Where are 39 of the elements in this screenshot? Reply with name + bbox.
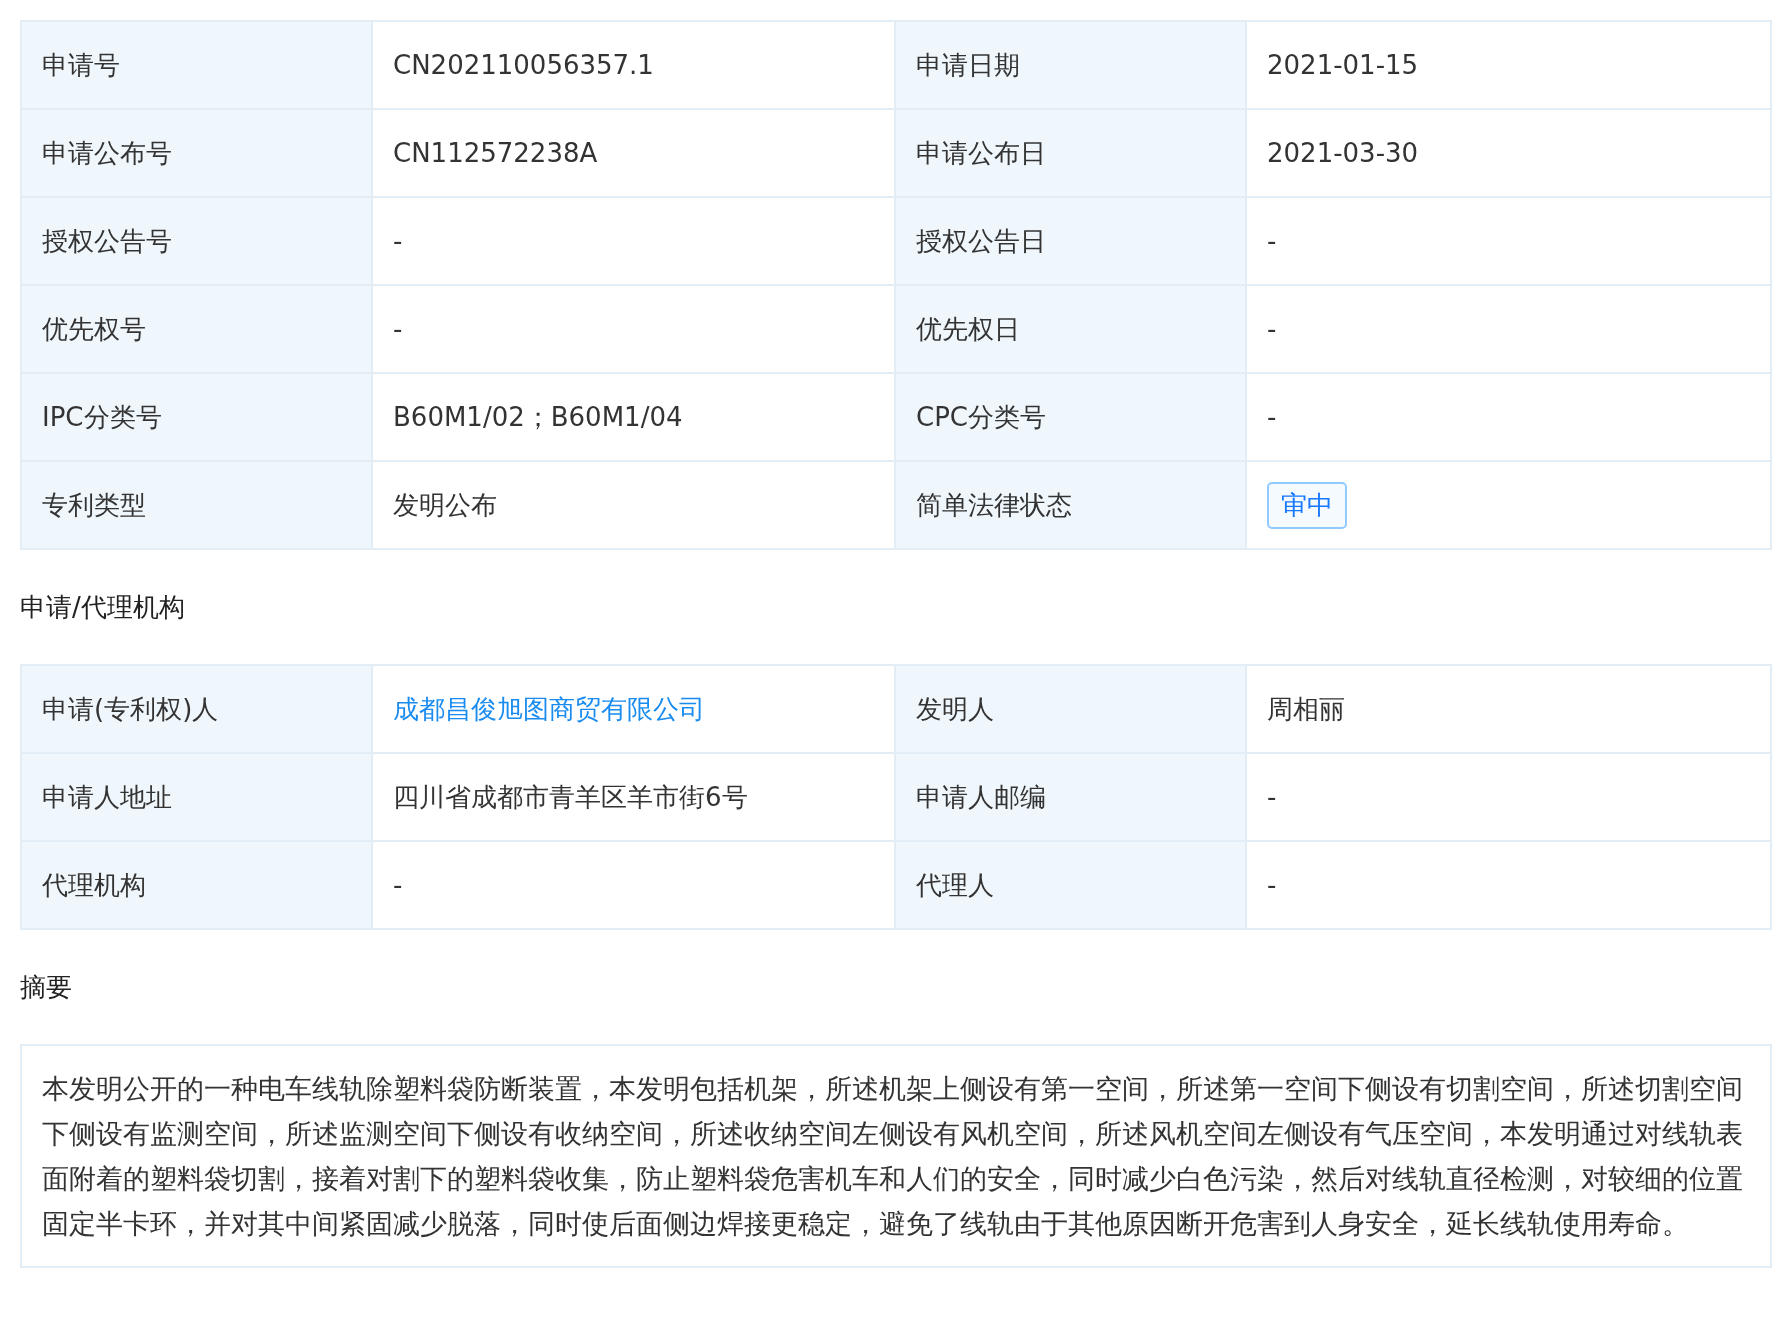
field-label: 优先权号 xyxy=(22,286,373,374)
field-value: CN202110056357.1 xyxy=(393,50,654,80)
field-value: 2021-01-15 xyxy=(1267,50,1419,80)
field-value: - xyxy=(1267,782,1277,812)
field-label: 申请号 xyxy=(22,22,373,110)
field-value: 发明公布 xyxy=(393,488,497,522)
field-label: 授权公告号 xyxy=(22,198,373,286)
field-label: 代理人 xyxy=(896,842,1247,930)
field-value: - xyxy=(393,314,403,344)
field-label: 申请人邮编 xyxy=(896,754,1247,842)
field-value: 周相丽 xyxy=(1267,692,1345,726)
field-value: - xyxy=(1267,226,1277,256)
field-value: - xyxy=(1267,870,1277,900)
abstract-text: 本发明公开的一种电车线轨除塑料袋防断装置，本发明包括机架，所述机架上侧设有第一空间，所述第一空间下侧设有切割空间，所述切割空间下侧设有监测空间，所述监测空间下侧设有收纳空间，所述收纳空间左侧设有风机空间，所述风机空间左侧设有气压空间，本发明通过对线轨表面附着的塑料袋切割，接着对割下的塑料袋收集，防止塑料袋危害机车和人们的安全，同时减少白色污染，然后对线轨直径检测，对较细的位置固定半卡环，并对其中间紧固减少脱落，同时使后面侧边焊接更稳定，避免了线轨由于其他原因断开危害到人身安全，延长线轨使用寿命。 xyxy=(20,1044,1772,1268)
field-label: 代理机构 xyxy=(22,842,373,930)
section-title: 摘要 xyxy=(20,970,73,1004)
field-label: 申请公布号 xyxy=(22,110,373,198)
status-tag: 审中 xyxy=(1267,481,1347,529)
field-label: 申请(专利权)人 xyxy=(22,666,373,754)
field-value: 2021-03-30 xyxy=(1267,138,1419,168)
field-label: 专利类型 xyxy=(22,462,373,550)
field-value: B60M1/02；B60M1/04 xyxy=(393,400,683,434)
field-value: 四川省成都市青羊区羊市街6号 xyxy=(393,780,748,814)
field-label: CPC分类号 xyxy=(896,374,1247,462)
field-value: - xyxy=(393,226,403,256)
field-value: CN112572238A xyxy=(393,138,598,168)
field-label: 简单法律状态 xyxy=(896,462,1247,550)
field-value: - xyxy=(1267,402,1277,432)
field-label: IPC分类号 xyxy=(22,374,373,462)
field-value: - xyxy=(393,870,403,900)
field-label: 授权公告日 xyxy=(896,198,1247,286)
field-label: 发明人 xyxy=(896,666,1247,754)
field-label: 申请公布日 xyxy=(896,110,1247,198)
field-value: - xyxy=(1267,314,1277,344)
field-label: 申请日期 xyxy=(896,22,1247,110)
field-label: 申请人地址 xyxy=(22,754,373,842)
field-label: 优先权日 xyxy=(896,286,1247,374)
applicant-link[interactable]: 成都昌俊旭图商贸有限公司 xyxy=(393,691,705,727)
section-title: 申请/代理机构 xyxy=(20,590,186,624)
